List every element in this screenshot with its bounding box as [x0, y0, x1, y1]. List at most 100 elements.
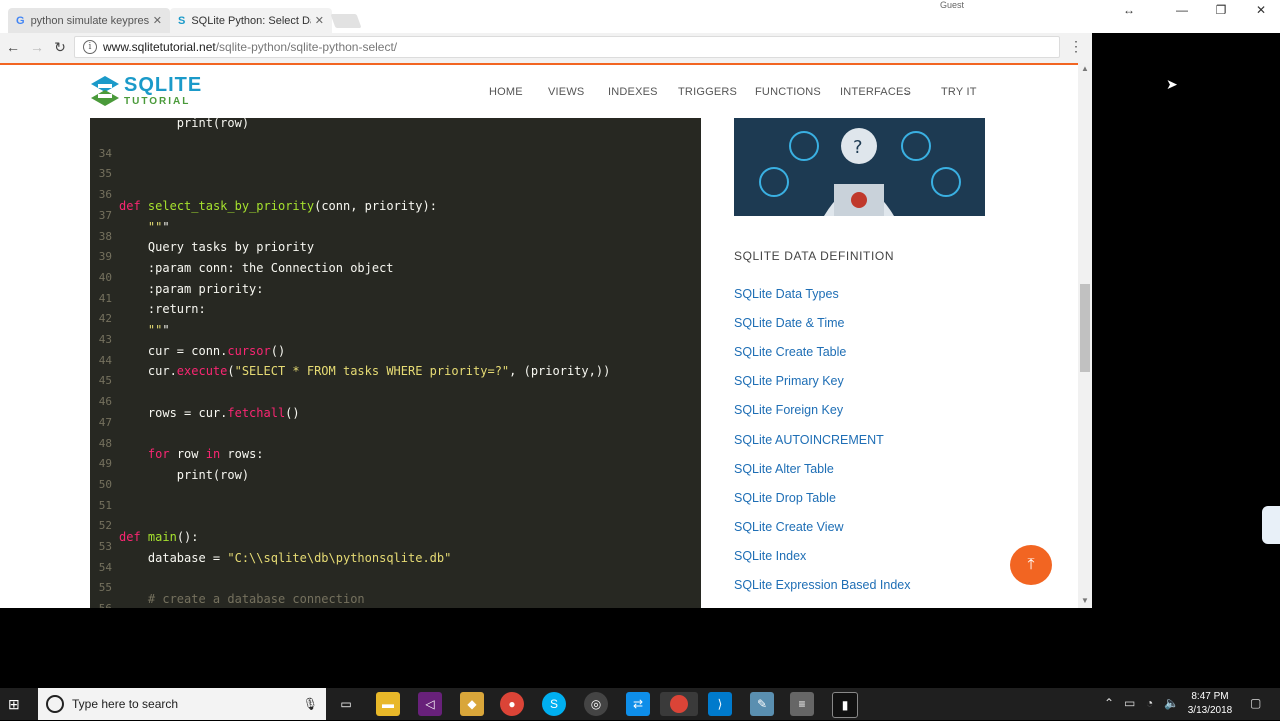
- obs-icon[interactable]: ◎: [584, 692, 608, 716]
- line-number: 56: [90, 602, 112, 608]
- close-tab-icon[interactable]: ✕: [153, 14, 162, 27]
- scrollbar-thumb[interactable]: [1080, 284, 1090, 372]
- tab-python-simulate[interactable]: G python simulate keypres ✕: [8, 8, 170, 33]
- minimize-button[interactable]: —: [1167, 2, 1197, 20]
- svg-text:?: ?: [853, 137, 863, 158]
- sidebar-link[interactable]: SQLite Foreign Key: [734, 403, 843, 417]
- close-tab-icon[interactable]: ✕: [315, 14, 324, 27]
- cortana-icon: [46, 695, 64, 713]
- maximize-button[interactable]: ❐: [1206, 2, 1236, 20]
- clock-date: 3/13/2018: [1187, 705, 1233, 716]
- microphone-icon[interactable]: 🎙: [303, 697, 318, 711]
- terminal-icon[interactable]: ▮: [832, 692, 858, 718]
- app-icon[interactable]: ◆: [460, 692, 484, 716]
- nav-views[interactable]: VIEWS: [548, 86, 584, 98]
- browser-menu-icon[interactable]: ⋮: [1068, 38, 1084, 56]
- sidebar-link[interactable]: SQLite AUTOINCREMENT: [734, 433, 884, 447]
- nav-triggers[interactable]: TRIGGERS: [678, 86, 737, 98]
- sidebar-link[interactable]: SQLite Data Types: [734, 287, 839, 301]
- info-icon[interactable]: i: [83, 40, 97, 54]
- line-number: 42: [98, 312, 112, 326]
- profile-label[interactable]: Guest: [940, 0, 964, 10]
- teamviewer-panel-icon[interactable]: [1262, 506, 1280, 544]
- tray-chevron-icon[interactable]: ⌃: [1104, 696, 1114, 710]
- code-line: cur.execute("SELECT * FROM tasks WHERE p…: [119, 364, 611, 379]
- battery-icon[interactable]: ▭: [1124, 696, 1135, 710]
- sidebar-heading: SQLITE DATA DEFINITION: [734, 249, 895, 263]
- line-number: 45: [98, 374, 112, 388]
- chrome-active-icon[interactable]: [660, 692, 698, 716]
- sidebar-link[interactable]: SQLite Alter Table: [734, 462, 834, 476]
- task-view-icon[interactable]: ▭: [334, 692, 358, 716]
- code-line: """: [147, 323, 170, 337]
- logo-subtext[interactable]: TUTORIAL: [124, 96, 190, 107]
- line-number: 43: [98, 333, 112, 346]
- clock[interactable]: 8:47 PM 3/13/2018: [1184, 690, 1236, 718]
- vscode-icon[interactable]: ⟩: [708, 692, 732, 716]
- code-line: :param conn: the Connection object: [119, 260, 394, 275]
- scroll-down-icon[interactable]: ▼: [1078, 596, 1092, 608]
- mouse-cursor-icon: ➤: [1166, 76, 1178, 92]
- scroll-up-icon[interactable]: ▲: [1078, 64, 1092, 76]
- nav-home[interactable]: HOME: [489, 86, 523, 98]
- close-window-button[interactable]: ✕: [1246, 2, 1276, 20]
- sidebar-link[interactable]: SQLite Create Table: [734, 345, 846, 359]
- sidebar-link[interactable]: SQLite Index: [734, 549, 806, 563]
- sidebar-link[interactable]: SQLite Create View: [734, 520, 844, 534]
- sidebar-link[interactable]: SQLite Expression Based Index: [734, 578, 911, 592]
- code-line: :return:: [119, 302, 206, 317]
- nav-functions[interactable]: FUNCTIONS: [755, 86, 821, 98]
- file-explorer-icon[interactable]: ▬: [376, 692, 400, 716]
- back-button[interactable]: ←: [4, 38, 22, 56]
- teamviewer-icon[interactable]: ⇄: [626, 692, 650, 716]
- database-icon[interactable]: ≡: [790, 692, 814, 716]
- address-bar[interactable]: i www.sqlitetutorial.net/sqlite-python/s…: [74, 36, 1060, 58]
- clock-time: 8:47 PM: [1191, 691, 1229, 702]
- ad-banner[interactable]: ?: [734, 118, 985, 216]
- sqlite-logo-icon: [91, 76, 119, 106]
- chrome-icon[interactable]: ●: [500, 692, 524, 716]
- visual-studio-icon[interactable]: ◁: [418, 692, 442, 716]
- skype-icon[interactable]: S: [542, 692, 566, 716]
- tab-title: SQLite Python: Select Da: [191, 14, 311, 27]
- forward-button[interactable]: →: [28, 38, 46, 56]
- line-number: 44: [98, 353, 112, 367]
- line-number: 38: [98, 229, 112, 243]
- line-number: 48: [98, 436, 112, 450]
- code-line: def select_task_by_priority(conn, priori…: [119, 198, 437, 213]
- line-number: 37: [98, 208, 112, 222]
- sidebar-link[interactable]: SQLite Date & Time: [734, 316, 844, 330]
- line-number: 36: [98, 188, 112, 202]
- line-number: 49: [98, 457, 112, 471]
- url-path: /sqlite-python/sqlite-python-select/: [215, 40, 398, 54]
- nav-interfaces[interactable]: INTERFACES: [840, 86, 911, 98]
- code-line: rows = cur.fetchall(): [119, 405, 300, 420]
- code-line: cur = conn.cursor(): [119, 343, 286, 358]
- nav-try-it[interactable]: TRY IT: [941, 86, 977, 98]
- new-tab-button[interactable]: [330, 14, 362, 28]
- sidebar-link[interactable]: SQLite Drop Table: [734, 491, 836, 505]
- line-number: 52: [98, 519, 112, 533]
- sidebar-link[interactable]: SQLite Primary Key: [734, 374, 844, 388]
- notifications-icon[interactable]: ▢: [1250, 696, 1261, 710]
- windows-start-icon[interactable]: ⊞: [8, 696, 24, 712]
- chevron-down-icon[interactable]: ⌄: [903, 87, 911, 98]
- line-number: 50: [98, 477, 112, 491]
- back-to-top-button[interactable]: ⤒: [1010, 545, 1052, 585]
- tab-title: python simulate keypres: [30, 14, 149, 27]
- line-number: 35: [98, 167, 112, 181]
- line-number: 34: [98, 146, 112, 160]
- wifi-icon[interactable]: ◔: [1146, 696, 1153, 710]
- taskbar-search[interactable]: Type here to search 🎙: [38, 688, 326, 720]
- restore-arrows-icon[interactable]: ↔: [1114, 2, 1144, 20]
- line-number: 51: [98, 498, 112, 512]
- header-accent-line: [0, 63, 1078, 65]
- notepad-icon[interactable]: ✎: [750, 692, 774, 716]
- volume-icon[interactable]: 🔈: [1164, 696, 1179, 710]
- nav-indexes[interactable]: INDEXES: [608, 86, 658, 98]
- reload-button[interactable]: ↻: [51, 38, 69, 56]
- search-placeholder: Type here to search: [72, 697, 179, 711]
- code-line: for row in rows:: [147, 447, 264, 462]
- logo-text[interactable]: SQLITE: [124, 74, 202, 97]
- tab-sqlite-python[interactable]: S SQLite Python: Select Da ✕: [170, 8, 332, 33]
